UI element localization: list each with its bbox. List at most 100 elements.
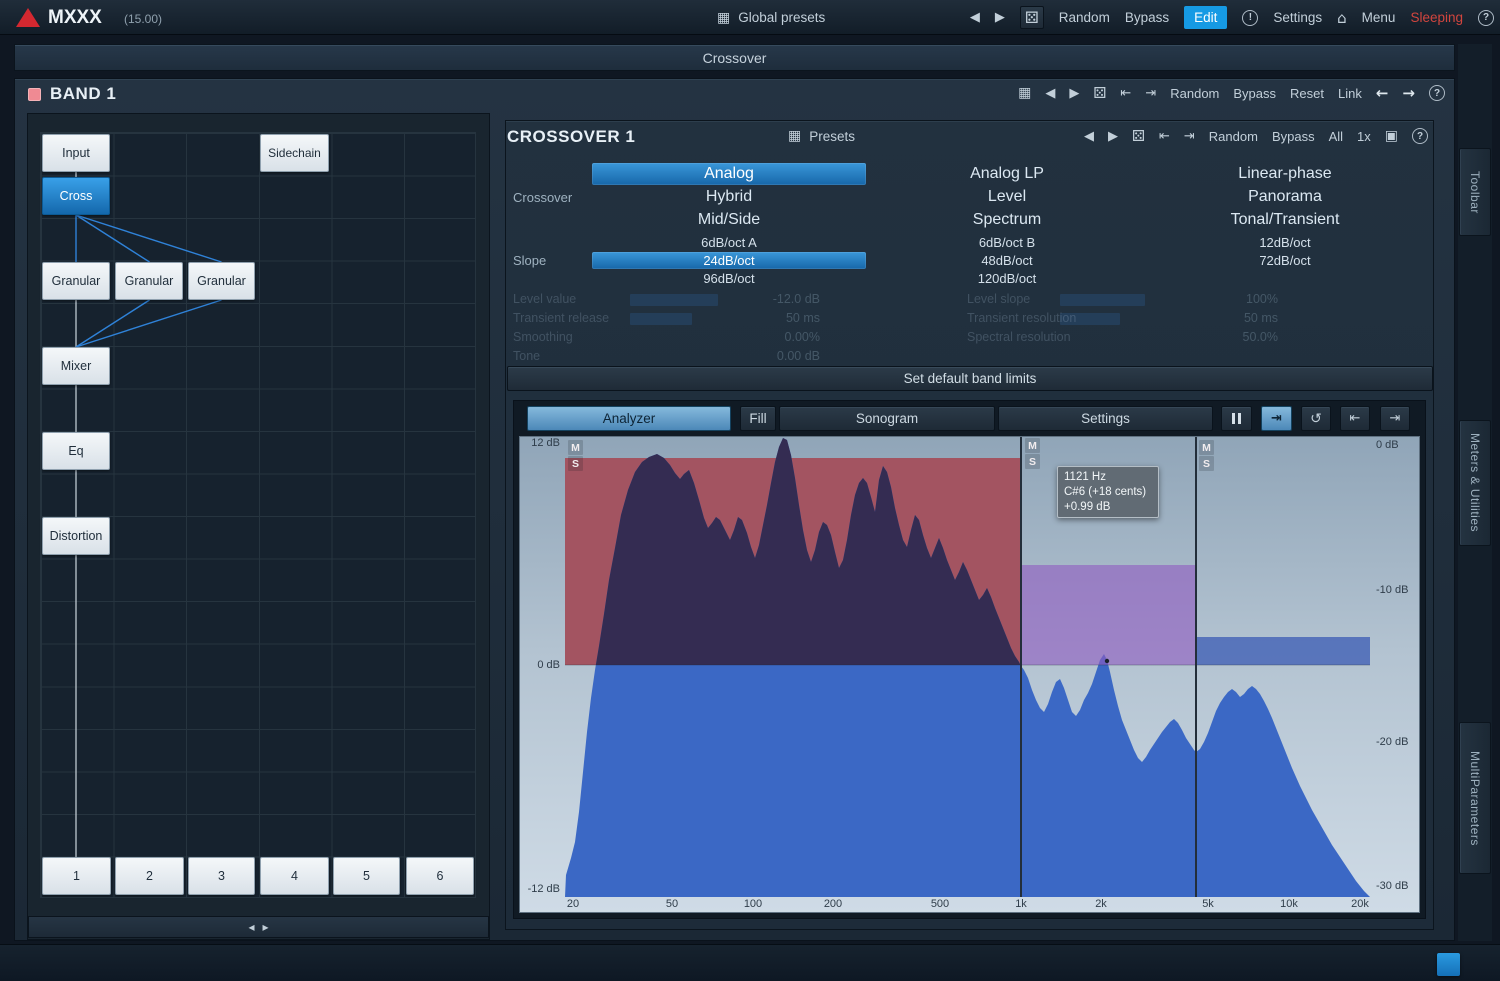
rail-tab-toolbar[interactable]: Toolbar — [1459, 148, 1491, 236]
menu-button[interactable]: Menu — [1362, 10, 1396, 25]
melda-logo-icon[interactable] — [16, 8, 40, 27]
param-label[interactable]: Spectral resolution — [967, 330, 1071, 344]
alert-icon[interactable]: ! — [1242, 10, 1258, 26]
rail-tab-multiparameters[interactable]: MultiParameters — [1459, 722, 1491, 874]
prev-icon[interactable]: ◀ — [1084, 129, 1094, 144]
crossover-option-midside[interactable]: Mid/Side — [592, 209, 866, 231]
home-icon[interactable]: ⌂ — [1337, 9, 1347, 27]
crossover-multiplier-button[interactable]: 1x — [1357, 129, 1371, 144]
band-link-button[interactable]: Link — [1338, 86, 1362, 101]
global-presets-button[interactable]: ▦ Global presets — [717, 0, 825, 35]
paste-icon[interactable]: ⇥ — [1184, 129, 1195, 144]
output-2[interactable]: 2 — [115, 857, 184, 895]
slope-option-12[interactable]: 12dB/oct — [1148, 234, 1422, 251]
node-cross-selected[interactable]: Cross — [42, 177, 110, 215]
presets-button[interactable]: ▦ Presets — [788, 122, 855, 150]
output-5[interactable]: 5 — [333, 857, 400, 895]
node-eq[interactable]: Eq — [42, 432, 110, 470]
band3-mute-button[interactable]: M — [1199, 440, 1214, 455]
spectrum-plot[interactable] — [565, 437, 1370, 897]
slope-option-120[interactable]: 120dB/oct — [870, 270, 1144, 287]
forward-arrow-icon[interactable]: → — [1402, 84, 1415, 102]
output-6[interactable]: 6 — [406, 857, 474, 895]
next-icon[interactable]: ▶ — [1069, 86, 1079, 101]
tab-analyzer[interactable]: Analyzer — [527, 406, 731, 431]
param-label[interactable]: Transient release — [513, 311, 609, 325]
slope-option-72[interactable]: 72dB/oct — [1148, 252, 1422, 269]
crossover-option-hybrid[interactable]: Hybrid — [592, 186, 866, 208]
output-1[interactable]: 1 — [42, 857, 111, 895]
help-icon[interactable]: ? — [1429, 85, 1445, 101]
next-icon[interactable]: ▶ — [1108, 129, 1118, 144]
grid-icon[interactable]: ▦ — [1018, 85, 1031, 101]
band3-region[interactable] — [1196, 637, 1370, 665]
edit-button[interactable]: Edit — [1184, 6, 1227, 29]
crossover-module-strip[interactable]: Crossover — [14, 44, 1455, 71]
reset-analysis-button[interactable]: ↺ — [1301, 406, 1331, 431]
tab-sonogram[interactable]: Sonogram — [779, 406, 995, 431]
help-icon[interactable]: ? — [1478, 10, 1494, 26]
output-3[interactable]: 3 — [188, 857, 255, 895]
band-reset-button[interactable]: Reset — [1290, 86, 1324, 101]
band1-mute-button[interactable]: M — [568, 440, 583, 455]
popout-icon[interactable]: ▣ — [1385, 128, 1398, 144]
slope-option-96[interactable]: 96dB/oct — [592, 270, 866, 287]
param-label[interactable]: Transient resolution — [967, 311, 1076, 325]
scroll-left-icon[interactable]: ◂ — [248, 920, 254, 934]
band-color-swatch[interactable] — [28, 88, 41, 101]
bypass-button[interactable]: Bypass — [1125, 10, 1169, 25]
slope-option-24[interactable]: 24dB/oct — [592, 252, 866, 269]
param-label[interactable]: Level value — [513, 292, 576, 306]
randomize-dice-icon[interactable]: ⚄ — [1093, 84, 1106, 102]
node-granular-1[interactable]: Granular — [42, 262, 110, 300]
copy-icon[interactable]: ⇤ — [1120, 86, 1131, 101]
node-input[interactable]: Input — [42, 134, 110, 172]
crossover-option-linear-phase[interactable]: Linear-phase — [1148, 163, 1422, 185]
band1-solo-button[interactable]: S — [568, 456, 583, 471]
scroll-right-icon[interactable]: ▸ — [263, 920, 269, 934]
crossover-option-tonal-transient[interactable]: Tonal/Transient — [1148, 209, 1422, 231]
tab-fill[interactable]: Fill — [740, 406, 776, 431]
band2-solo-button[interactable]: S — [1025, 454, 1040, 469]
band-bypass-button[interactable]: Bypass — [1233, 86, 1276, 101]
crossover-random-button[interactable]: Random — [1209, 129, 1258, 144]
randomize-dice-icon[interactable]: ⚄ — [1020, 6, 1044, 29]
settings-button[interactable]: Settings — [1273, 10, 1322, 25]
node-sidechain[interactable]: Sidechain — [260, 134, 329, 172]
node-granular-2[interactable]: Granular — [115, 262, 183, 300]
random-button[interactable]: Random — [1059, 10, 1110, 25]
analyzer-copy-button[interactable]: ⇤ — [1340, 406, 1370, 431]
param-label[interactable]: Level slope — [967, 292, 1030, 306]
band3-solo-button[interactable]: S — [1199, 456, 1214, 471]
auto-scroll-button[interactable]: ⇥ — [1261, 406, 1292, 431]
analyzer-paste-button[interactable]: ⇥ — [1380, 406, 1410, 431]
rail-tab-meters-utilities[interactable]: Meters & Utilities — [1459, 420, 1491, 546]
pause-button[interactable] — [1221, 406, 1252, 431]
output-4[interactable]: 4 — [260, 857, 329, 895]
node-mixer[interactable]: Mixer — [42, 347, 110, 385]
transient-release-slider[interactable] — [630, 313, 692, 325]
band2-mute-button[interactable]: M — [1025, 438, 1040, 453]
crossover-bypass-button[interactable]: Bypass — [1272, 129, 1315, 144]
node-granular-3[interactable]: Granular — [188, 262, 255, 300]
paste-icon[interactable]: ⇥ — [1145, 86, 1156, 101]
crossover-option-panorama[interactable]: Panorama — [1148, 186, 1422, 208]
prev-icon[interactable]: ◀ — [970, 10, 980, 25]
help-icon[interactable]: ? — [1412, 128, 1428, 144]
copy-icon[interactable]: ⇤ — [1159, 129, 1170, 144]
crossover-option-spectrum[interactable]: Spectrum — [870, 209, 1144, 231]
crossover-all-button[interactable]: All — [1329, 129, 1343, 144]
slope-option-48[interactable]: 48dB/oct — [870, 252, 1144, 269]
level-slope-slider[interactable] — [1060, 294, 1145, 306]
randomize-dice-icon[interactable]: ⚄ — [1132, 127, 1145, 145]
node-distortion[interactable]: Distortion — [42, 517, 110, 555]
prev-icon[interactable]: ◀ — [1045, 86, 1055, 101]
crossover-option-analog-lp[interactable]: Analog LP — [870, 163, 1144, 185]
param-label[interactable]: Smoothing — [513, 330, 573, 344]
band2-region[interactable] — [1021, 565, 1196, 665]
set-default-band-limits-button[interactable]: Set default band limits — [507, 366, 1433, 391]
slope-option-6b[interactable]: 6dB/oct B — [870, 234, 1144, 251]
crossover-option-level[interactable]: Level — [870, 186, 1144, 208]
tab-settings[interactable]: Settings — [998, 406, 1213, 431]
slope-option-6a[interactable]: 6dB/oct A — [592, 234, 866, 251]
